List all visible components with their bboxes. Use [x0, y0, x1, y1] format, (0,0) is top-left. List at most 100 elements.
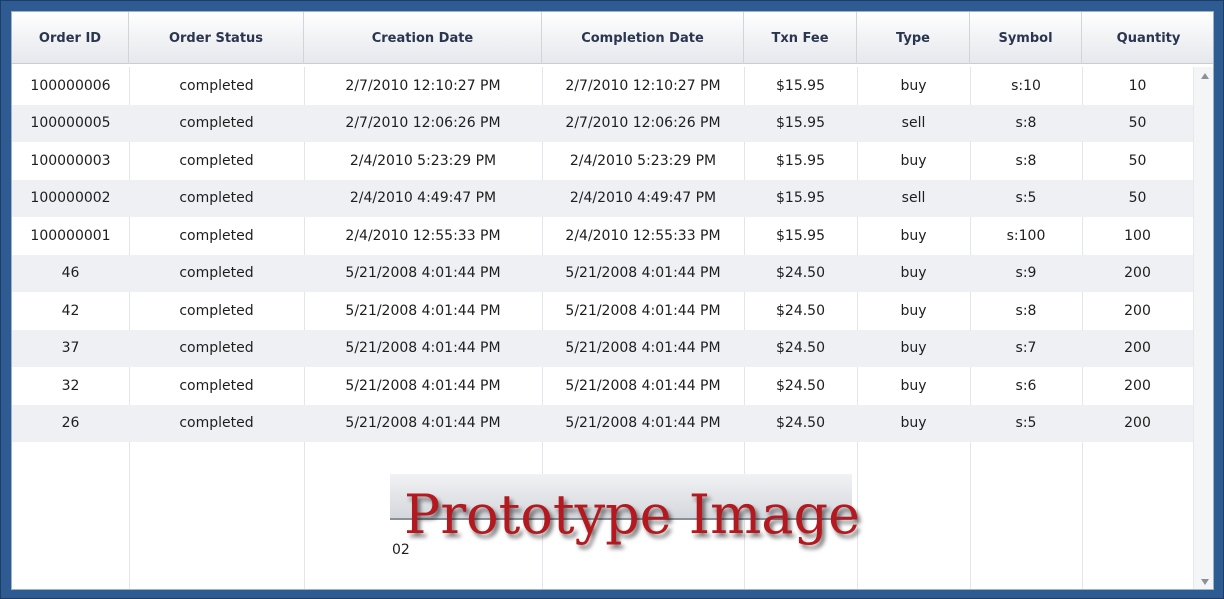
order-id-cell: 26	[61, 415, 80, 432]
order-id-cell: 100000001	[30, 227, 111, 244]
symbol-cell: s:9	[1015, 265, 1037, 282]
column-header-completion-date[interactable]: Completion Date	[542, 12, 744, 64]
order-status-cell: completed	[179, 77, 254, 94]
watermark-text: Prototype Image	[404, 483, 861, 546]
completion-date-cell: 2/4/2010 4:49:47 PM	[569, 190, 717, 207]
table-row[interactable]: 100000002 completed 2/4/2010 4:49:47 PM 2/4…	[12, 179, 1193, 217]
order-id-cell: 100000006	[30, 77, 111, 94]
symbol-cell: s:5	[1015, 415, 1037, 432]
type-cell: buy	[900, 227, 927, 244]
creation-date-cell: 2/4/2010 12:55:33 PM	[345, 227, 501, 244]
symbol-cell: s:6	[1015, 377, 1037, 394]
orders-grid: Order ID Order Status Creation Date Comp…	[11, 11, 1214, 590]
scroll-down-arrow-icon[interactable]	[1200, 577, 1210, 587]
order-id-cell: 32	[61, 377, 80, 394]
order-status-cell: completed	[179, 340, 254, 357]
quantity-cell: 50	[1128, 115, 1147, 132]
completion-date-cell: 5/21/2008 4:01:44 PM	[565, 377, 721, 394]
order-status-cell: completed	[179, 152, 254, 169]
table-row[interactable]: 42 completed 5/21/2008 4:01:44 PM 5/21/2008…	[12, 292, 1193, 330]
txn-fee-cell: $15.95	[776, 152, 825, 169]
column-header-txn-fee[interactable]: Txn Fee	[744, 12, 857, 64]
order-status-cell: completed	[179, 227, 254, 244]
quantity-cell: 200	[1124, 377, 1151, 394]
txn-fee-cell: $15.95	[776, 227, 825, 244]
completion-date-cell: 2/4/2010 12:55:33 PM	[565, 227, 721, 244]
type-cell: sell	[901, 190, 926, 207]
type-cell: buy	[900, 340, 927, 357]
completion-date-cell: 5/21/2008 4:01:44 PM	[565, 415, 721, 432]
table-row[interactable]: 26 completed 5/21/2008 4:01:44 PM 5/21/2008…	[12, 404, 1193, 442]
type-cell: buy	[900, 77, 927, 94]
txn-fee-cell: $15.95	[776, 190, 825, 207]
creation-date-cell: 2/7/2010 12:10:27 PM	[345, 77, 501, 94]
type-cell: buy	[900, 415, 927, 432]
order-id-cell: 46	[61, 265, 80, 282]
creation-date-cell: 5/21/2008 4:01:44 PM	[345, 415, 501, 432]
completion-date-cell: 2/7/2010 12:10:27 PM	[565, 77, 721, 94]
column-header-type[interactable]: Type	[857, 12, 970, 64]
symbol-cell: s:8	[1015, 152, 1037, 169]
txn-fee-cell: $15.95	[776, 77, 825, 94]
type-cell: sell	[901, 115, 926, 132]
symbol-cell: s:8	[1015, 115, 1037, 132]
symbol-cell: s:100	[1006, 227, 1046, 244]
order-status-cell: completed	[179, 115, 254, 132]
creation-date-cell: 5/21/2008 4:01:44 PM	[345, 265, 501, 282]
creation-date-cell: 5/21/2008 4:01:44 PM	[345, 340, 501, 357]
grid-header: Order ID Order Status Creation Date Comp…	[12, 12, 1213, 64]
creation-date-cell: 2/4/2010 4:49:47 PM	[349, 190, 497, 207]
creation-date-cell: 5/21/2008 4:01:44 PM	[345, 377, 501, 394]
table-row[interactable]: 100000003 completed 2/4/2010 5:23:29 PM 2/4…	[12, 142, 1193, 180]
order-status-cell: completed	[179, 302, 254, 319]
txn-fee-cell: $24.50	[776, 340, 825, 357]
table-row[interactable]: 100000001 completed 2/4/2010 12:55:33 PM 2/…	[12, 217, 1193, 255]
txn-fee-cell: $24.50	[776, 302, 825, 319]
order-id-cell: 42	[61, 302, 80, 319]
order-id-cell: 100000005	[30, 115, 111, 132]
symbol-cell: s:8	[1015, 302, 1037, 319]
table-row[interactable]: 100000006 completed 2/7/2010 12:10:27 PM 2/…	[12, 67, 1193, 105]
txn-fee-cell: $24.50	[776, 415, 825, 432]
column-header-creation-date[interactable]: Creation Date	[304, 12, 542, 64]
type-cell: buy	[900, 265, 927, 282]
column-header-quantity[interactable]: Quantity	[1082, 12, 1213, 64]
type-cell: buy	[900, 377, 927, 394]
order-status-cell: completed	[179, 415, 254, 432]
type-cell: buy	[900, 152, 927, 169]
quantity-cell: 50	[1128, 190, 1147, 207]
quantity-cell: 50	[1128, 152, 1147, 169]
symbol-cell: s:10	[1011, 77, 1041, 94]
column-header-order-status[interactable]: Order Status	[129, 12, 304, 64]
table-row[interactable]: 37 completed 5/21/2008 4:01:44 PM 5/21/2008…	[12, 329, 1193, 367]
quantity-cell: 100	[1124, 227, 1151, 244]
quantity-cell: 200	[1124, 265, 1151, 282]
completion-date-cell: 5/21/2008 4:01:44 PM	[565, 340, 721, 357]
quantity-cell: 200	[1124, 302, 1151, 319]
symbol-cell: s:5	[1015, 190, 1037, 207]
quantity-cell: 10	[1128, 77, 1147, 94]
scroll-up-arrow-icon[interactable]	[1200, 71, 1210, 81]
txn-fee-cell: $24.50	[776, 265, 825, 282]
order-id-cell: 100000002	[30, 190, 111, 207]
table-row[interactable]: 46 completed 5/21/2008 4:01:44 PM 5/21/2008…	[12, 254, 1193, 292]
symbol-cell: s:7	[1015, 340, 1037, 357]
completion-date-cell: 5/21/2008 4:01:44 PM	[565, 265, 721, 282]
table-row[interactable]: 100000005 completed 2/7/2010 12:06:26 PM 2/…	[12, 104, 1193, 142]
order-status-cell: completed	[179, 190, 254, 207]
order-id-cell: 37	[61, 340, 80, 357]
quantity-cell: 200	[1124, 340, 1151, 357]
creation-date-cell: 2/7/2010 12:06:26 PM	[345, 115, 501, 132]
column-header-symbol[interactable]: Symbol	[970, 12, 1082, 64]
order-status-cell: completed	[179, 377, 254, 394]
order-id-cell: 100000003	[30, 152, 111, 169]
order-status-cell: completed	[179, 265, 254, 282]
table-row[interactable]: 32 completed 5/21/2008 4:01:44 PM 5/21/2008…	[12, 367, 1193, 405]
completion-date-cell: 5/21/2008 4:01:44 PM	[565, 302, 721, 319]
column-header-order-id[interactable]: Order ID	[12, 12, 129, 64]
creation-date-cell: 2/4/2010 5:23:29 PM	[349, 152, 497, 169]
completion-date-cell: 2/4/2010 5:23:29 PM	[569, 152, 717, 169]
vertical-scrollbar[interactable]	[1193, 67, 1213, 589]
creation-date-cell: 5/21/2008 4:01:44 PM	[345, 302, 501, 319]
completion-date-cell: 2/7/2010 12:06:26 PM	[565, 115, 721, 132]
